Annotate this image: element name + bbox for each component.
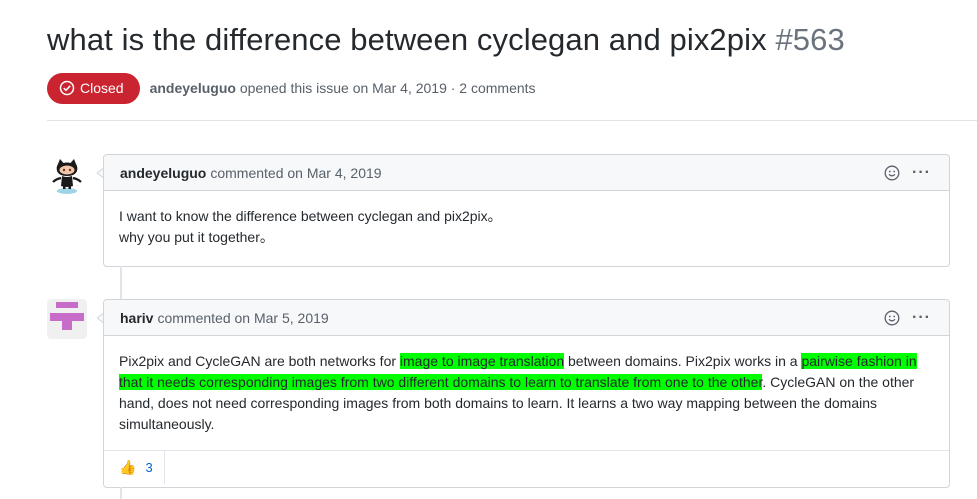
issue-title: what is the difference between cyclegan … [47,22,845,58]
issue-closed-icon [59,80,75,96]
comment-header: hariv commented on Mar 5, 2019 ··· [104,300,949,336]
identicon-icon [47,299,87,339]
avatar[interactable] [47,155,87,195]
comment-actions: ··· [884,155,931,191]
issue-author-link[interactable]: andeyeluguo [150,80,236,96]
issue-opened-text: opened this issue on Mar 4, 2019 · 2 com… [239,80,536,96]
comment-1: andeyeluguo commented on Mar 4, 2019 ···… [103,154,950,267]
issue-meta: Closed andeyeluguo opened this issue on … [47,72,536,104]
comment-text: between domains. Pix2pix works in a [564,353,802,369]
issue-title-text: what is the difference between cyclegan … [47,22,767,57]
timeline-connector [120,487,122,499]
comment-header: andeyeluguo commented on Mar 4, 2019 ··· [104,155,949,191]
status-badge: Closed [47,72,140,104]
reaction-count: 3 [145,460,153,475]
issue-number: #563 [775,22,845,57]
thumbs-up-reaction-button[interactable]: 👍 3 [104,451,165,484]
reactions-bar: 👍 3 [104,450,949,484]
thumbs-up-icon: 👍 [119,459,137,475]
comment-author-link[interactable]: hariv [120,310,153,326]
smiley-icon[interactable] [884,310,900,326]
highlighted-text: image to image translation [399,353,565,369]
status-label: Closed [80,80,124,96]
comment-actions: ··· [884,300,931,336]
octocat-icon [47,155,87,195]
smiley-icon[interactable] [884,165,900,181]
comment-line: why you put it together。 [119,229,274,245]
kebab-icon[interactable]: ··· [912,165,931,181]
comment-timestamp[interactable]: commented on Mar 5, 2019 [157,310,328,326]
comment-2: hariv commented on Mar 5, 2019 ··· Pix2p… [103,299,950,488]
comment-author-link[interactable]: andeyeluguo [120,165,206,181]
comment-line: I want to know the difference between cy… [119,208,502,224]
timeline-connector [120,266,122,300]
kebab-icon[interactable]: ··· [912,310,931,326]
avatar[interactable] [47,299,87,339]
comment-body: I want to know the difference between cy… [104,191,949,262]
comment-text: Pix2pix and CycleGAN are both networks f… [119,353,400,369]
header-divider [47,120,977,121]
comment-timestamp[interactable]: commented on Mar 4, 2019 [210,165,381,181]
issue-opened-info: andeyeluguo opened this issue on Mar 4, … [150,80,536,96]
comment-body: Pix2pix and CycleGAN are both networks f… [104,336,949,450]
